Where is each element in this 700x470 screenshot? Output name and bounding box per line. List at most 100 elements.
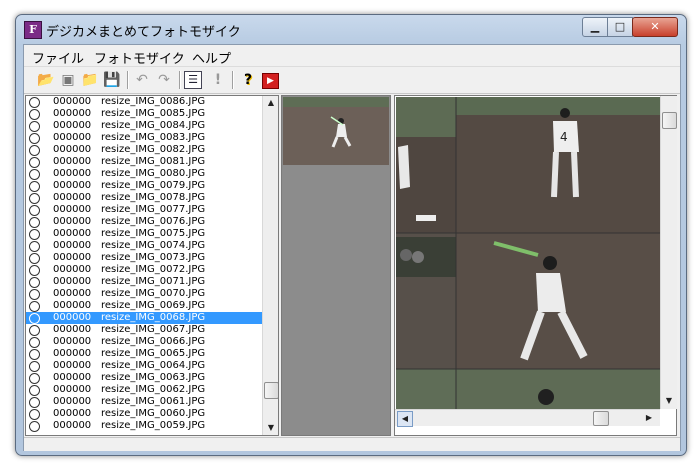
- usage-count: 000000: [53, 240, 92, 251]
- file-list-row[interactable]: 000000 resize_IMG_0070.JPG: [26, 288, 262, 300]
- file-list-row[interactable]: 000000 resize_IMG_0079.JPG: [26, 180, 262, 192]
- folder-icon[interactable]: 📁: [80, 70, 100, 90]
- file-list-row[interactable]: 000000 resize_IMG_0059.JPG: [26, 420, 262, 432]
- mosaic-scroll-down-arrow-icon[interactable]: ▼: [661, 394, 677, 408]
- file-list-row[interactable]: 000000 resize_IMG_0064.JPG: [26, 360, 262, 372]
- file-name: resize_IMG_0066.JPG: [101, 336, 206, 347]
- open-dark-icon[interactable]: ▣: [58, 70, 78, 90]
- menu-file[interactable]: ファイル: [32, 48, 84, 67]
- radio-button-icon[interactable]: [29, 361, 40, 372]
- file-list-row[interactable]: 000000 resize_IMG_0085.JPG: [26, 108, 262, 120]
- usage-count: 000000: [53, 192, 92, 203]
- radio-button-icon[interactable]: [29, 373, 40, 384]
- file-list-row[interactable]: 000000 resize_IMG_0077.JPG: [26, 204, 262, 216]
- status-bar: [24, 437, 680, 451]
- radio-button-icon[interactable]: [29, 229, 40, 240]
- source-preview-pane[interactable]: [281, 95, 391, 436]
- scroll-up-arrow-icon[interactable]: ▲: [263, 96, 278, 110]
- radio-button-icon[interactable]: [29, 313, 40, 324]
- radio-button-icon[interactable]: [29, 133, 40, 144]
- radio-button-icon[interactable]: [29, 217, 40, 228]
- file-list-row[interactable]: 000000 resize_IMG_0067.JPG: [26, 324, 262, 336]
- radio-button-icon[interactable]: [29, 301, 40, 312]
- file-list-row[interactable]: 000000 resize_IMG_0065.JPG: [26, 348, 262, 360]
- radio-button-icon[interactable]: [29, 193, 40, 204]
- file-list-row[interactable]: 000000 resize_IMG_0076.JPG: [26, 216, 262, 228]
- radio-button-icon[interactable]: [29, 181, 40, 192]
- mosaic-horizontal-scrollbar[interactable]: ◀ ▶: [395, 409, 660, 427]
- exclamation-icon[interactable]: !: [208, 70, 228, 90]
- radio-button-icon[interactable]: [29, 169, 40, 180]
- radio-button-icon[interactable]: [29, 121, 40, 132]
- mosaic-view[interactable]: 4 ▼ ◀ ▶: [394, 95, 677, 436]
- file-list-row[interactable]: 000000 resize_IMG_0060.JPG: [26, 408, 262, 420]
- exit-icon[interactable]: ▶: [262, 73, 279, 89]
- radio-button-icon[interactable]: [29, 277, 40, 288]
- undo-icon[interactable]: ↶: [132, 70, 152, 90]
- usage-count: 000000: [53, 96, 92, 107]
- radio-button-icon[interactable]: [29, 253, 40, 264]
- menu-photomosaic[interactable]: フォトモザイク: [94, 48, 185, 67]
- file-list-row[interactable]: 000000 resize_IMG_0071.JPG: [26, 276, 262, 288]
- file-list-row[interactable]: 000000 resize_IMG_0069.JPG: [26, 300, 262, 312]
- file-list-row[interactable]: 000000 resize_IMG_0084.JPG: [26, 120, 262, 132]
- radio-button-icon[interactable]: [29, 157, 40, 168]
- radio-button-icon[interactable]: [29, 265, 40, 276]
- maximize-button[interactable]: □: [607, 17, 633, 37]
- file-list-scrollbar[interactable]: ▲ ▼: [262, 96, 278, 435]
- mosaic-hscroll-thumb[interactable]: [593, 411, 609, 426]
- radio-button-icon[interactable]: [29, 145, 40, 156]
- file-list-row[interactable]: 000000 resize_IMG_0061.JPG: [26, 396, 262, 408]
- help-icon[interactable]: ?: [238, 70, 258, 90]
- file-list-row[interactable]: 000000 resize_IMG_0083.JPG: [26, 132, 262, 144]
- file-list-row[interactable]: 000000 resize_IMG_0074.JPG: [26, 240, 262, 252]
- usage-count: 000000: [53, 396, 92, 407]
- title-bar[interactable]: F デジカメまとめてフォトモザイク ▁ □ ✕: [16, 15, 686, 43]
- mosaic-scroll-left-arrow-icon[interactable]: ◀: [397, 411, 413, 427]
- radio-button-icon[interactable]: [29, 349, 40, 360]
- close-icon: ✕: [650, 20, 660, 33]
- list-window-icon[interactable]: ☰: [184, 71, 202, 89]
- save-icon[interactable]: 💾: [102, 70, 122, 90]
- redo-icon[interactable]: ↷: [154, 70, 174, 90]
- file-list-row[interactable]: 000000 resize_IMG_0062.JPG: [26, 384, 262, 396]
- radio-button-icon[interactable]: [29, 109, 40, 120]
- file-list-row[interactable]: 000000 resize_IMG_0072.JPG: [26, 264, 262, 276]
- file-list-row[interactable]: 000000 resize_IMG_0082.JPG: [26, 144, 262, 156]
- file-list-row[interactable]: 000000 resize_IMG_0075.JPG: [26, 228, 262, 240]
- radio-button-icon[interactable]: [29, 97, 40, 108]
- radio-button-icon[interactable]: [29, 409, 40, 420]
- mosaic-scroll-right-arrow-icon[interactable]: ▶: [642, 411, 656, 425]
- radio-button-icon[interactable]: [29, 205, 40, 216]
- file-list-row[interactable]: 000000 resize_IMG_0066.JPG: [26, 336, 262, 348]
- radio-button-icon[interactable]: [29, 241, 40, 252]
- scroll-thumb[interactable]: [264, 382, 278, 399]
- file-list-row[interactable]: 000000 resize_IMG_0086.JPG: [26, 96, 262, 108]
- radio-button-icon[interactable]: [29, 385, 40, 396]
- usage-count: 000000: [53, 372, 92, 383]
- menu-help[interactable]: ヘルプ: [192, 48, 231, 67]
- source-thumbnail[interactable]: [283, 97, 389, 165]
- radio-button-icon[interactable]: [29, 337, 40, 348]
- file-list-row[interactable]: 000000 resize_IMG_0063.JPG: [26, 372, 262, 384]
- radio-button-icon[interactable]: [29, 325, 40, 336]
- file-list-row[interactable]: 000000 resize_IMG_0078.JPG: [26, 192, 262, 204]
- file-list-row[interactable]: 000000 resize_IMG_0073.JPG: [26, 252, 262, 264]
- file-list[interactable]: 000000 resize_IMG_0086.JPG 000000 resize_IM…: [25, 95, 279, 436]
- minimize-button[interactable]: ▁: [582, 17, 608, 37]
- file-name: resize_IMG_0074.JPG: [101, 240, 206, 251]
- file-list-row[interactable]: 000000 resize_IMG_0080.JPG: [26, 168, 262, 180]
- usage-count: 000000: [53, 168, 92, 179]
- scroll-down-arrow-icon[interactable]: ▼: [263, 421, 278, 435]
- radio-button-icon[interactable]: [29, 289, 40, 300]
- file-name: resize_IMG_0075.JPG: [101, 228, 206, 239]
- mosaic-vscroll-thumb[interactable]: [662, 112, 677, 129]
- close-button[interactable]: ✕: [632, 17, 678, 37]
- app-icon[interactable]: F: [24, 21, 42, 39]
- open-folder-icon[interactable]: 📂: [36, 70, 56, 90]
- mosaic-vertical-scrollbar[interactable]: ▼: [660, 96, 677, 409]
- file-list-row[interactable]: 000000 resize_IMG_0081.JPG: [26, 156, 262, 168]
- radio-button-icon[interactable]: [29, 397, 40, 408]
- file-list-row[interactable]: 000000 resize_IMG_0068.JPG: [26, 312, 262, 324]
- radio-button-icon[interactable]: [29, 421, 40, 432]
